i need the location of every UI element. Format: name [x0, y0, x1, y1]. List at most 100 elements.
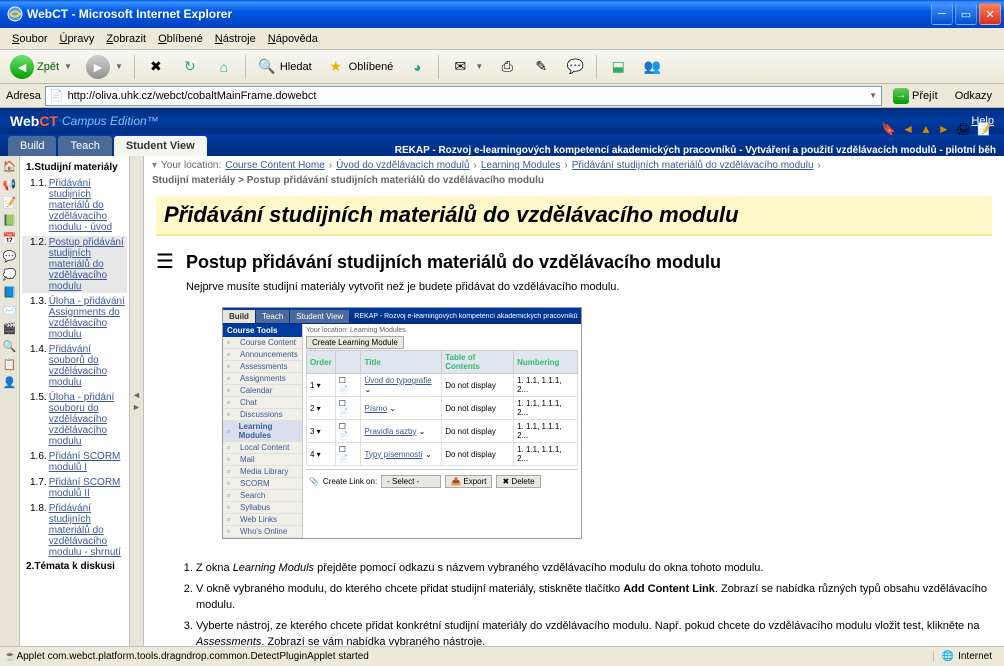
star-icon: ★: [326, 57, 346, 77]
intro-text: Nejprve musíte studijní materiály vytvoř…: [186, 281, 992, 293]
chevron-down-icon[interactable]: ▾: [152, 160, 157, 171]
instruction-item: Z okna Learning Moduls přejděte pomocí o…: [196, 561, 992, 576]
bc-link[interactable]: Úvod do vzdělávacích modulů: [336, 160, 469, 171]
strip-chat-icon[interactable]: 💬: [2, 248, 18, 264]
edition-label: Campus Edition™: [62, 114, 159, 128]
tab-build[interactable]: Build: [8, 136, 56, 156]
address-input[interactable]: 📄 http://oliva.uhk.cz/webct/cobaltMainFr…: [45, 86, 882, 106]
favorites-button[interactable]: ★Oblíbené: [320, 53, 400, 81]
strip-assess-icon[interactable]: 📝: [2, 194, 18, 210]
embed-tab-build: Build: [223, 310, 255, 323]
chevron-down-icon[interactable]: ▼: [869, 91, 877, 100]
chevron-down-icon: ▼: [64, 62, 72, 71]
page-body: Přidávání studijních materiálů do vzdělá…: [152, 196, 996, 646]
extra-button-2[interactable]: 👥: [636, 53, 668, 81]
menu-item[interactable]: Zobrazit: [100, 31, 152, 47]
embed-side-item: ▫Calendar: [223, 385, 302, 397]
embed-side-item: ▫Assignments: [223, 373, 302, 385]
embed-table-row: 3 ▾☐ 📄Pravidla sazby ⌄Do not display1. 1…: [306, 420, 577, 443]
sidebar: 1.Studijní materiály 1.1.Přidávání studi…: [20, 156, 130, 646]
applet-icon: ☕: [4, 651, 16, 662]
go-button[interactable]: → Přejít: [886, 85, 945, 107]
embed-table-row: 2 ▾☐ 📄Písmo ⌄Do not display1. 1.1, 1.1.1…: [306, 397, 577, 420]
bc-link[interactable]: Course Content Home: [225, 160, 325, 171]
sidebar-item[interactable]: 1.8.Přidávání studijních materiálů do vz…: [22, 502, 127, 559]
sidebar-item[interactable]: 1.6.Přidání SCORM modulů I: [22, 450, 127, 474]
links-label[interactable]: Odkazy: [949, 90, 998, 102]
stop-icon: ✖: [146, 57, 166, 77]
sidebar-item[interactable]: 1.1.Přidávání studijních materiálů do vz…: [22, 177, 127, 234]
refresh-button[interactable]: ↻: [174, 53, 206, 81]
chevron-down-icon: ▼: [115, 62, 123, 71]
minimize-button[interactable]: ─: [931, 3, 953, 25]
page-title: Přidávání studijních materiálů do vzdělá…: [156, 196, 992, 236]
address-label: Adresa: [6, 90, 41, 102]
forward-button[interactable]: ► ▼: [80, 51, 129, 83]
window-titlebar: WebCT - Microsoft Internet Explorer ─ ▭ …: [0, 0, 1004, 28]
home-icon: ⌂: [214, 57, 234, 77]
embed-side-item: ▫Who's Online: [223, 526, 302, 538]
embed-tab-student: Student View: [290, 310, 349, 323]
history-button[interactable]: ◕: [401, 53, 433, 81]
sidebar-item[interactable]: 1.7.Přidání SCORM modulů II: [22, 476, 127, 500]
home-button[interactable]: ⌂: [208, 53, 240, 81]
maximize-button[interactable]: ▭: [955, 3, 977, 25]
strip-home-icon[interactable]: 🏠: [2, 158, 18, 174]
section-heading: Postup přidávání studijních materiálů do…: [186, 252, 992, 273]
bc-link[interactable]: Přidávání studijních materiálů do vzdělá…: [572, 160, 814, 171]
embed-side-item: ▫Search: [223, 490, 302, 502]
sidebar-item[interactable]: 1.3.Úloha - přidávání Assignments do vzd…: [22, 295, 127, 341]
embed-side-item: ▫Web Links: [223, 514, 302, 526]
menu-item[interactable]: Oblíbené: [152, 31, 209, 47]
sidebar-item[interactable]: 1.5.Úloha - přidání souboru do vzdělávac…: [22, 391, 127, 448]
extra-button-1[interactable]: ⬓: [602, 53, 634, 81]
edit-icon: ✎: [531, 57, 551, 77]
webct-tabrow: Build Teach Student View REKAP - Rozvoj …: [0, 134, 1004, 156]
splitter[interactable]: ◄ ►: [130, 156, 144, 646]
strip-media-icon[interactable]: 🎬: [2, 320, 18, 336]
strip-syllabus-icon[interactable]: 📋: [2, 356, 18, 372]
strip-learning-icon[interactable]: 📘: [2, 284, 18, 300]
back-button[interactable]: ◄ Zpět ▼: [4, 51, 78, 83]
strip-mail-icon[interactable]: ✉️: [2, 302, 18, 318]
strip-who-icon[interactable]: 👤: [2, 374, 18, 390]
strip-assign-icon[interactable]: 📗: [2, 212, 18, 228]
sidebar-item[interactable]: 1.2.Postup přidávání studijních materiál…: [22, 236, 127, 293]
menu-item[interactable]: Nápověda: [262, 31, 324, 47]
stop-button[interactable]: ✖: [140, 53, 172, 81]
browser-toolbar: ◄ Zpět ▼ ► ▼ ✖ ↻ ⌂ 🔍Hledat ★Oblíbené ◕ ✉…: [0, 50, 1004, 84]
discuss-button[interactable]: 💬: [559, 53, 591, 81]
edit-button[interactable]: ✎: [525, 53, 557, 81]
strip-announce-icon[interactable]: 📢: [2, 176, 18, 192]
icon-strip: 🏠 📢 📝 📗 📅 💬 💭 📘 ✉️ 🎬 🔍 📋 👤: [0, 156, 20, 646]
content-area: 🔖 ◄ ▲ ► 🖨 📝 ▾ Your location: Course Cont…: [144, 156, 1004, 646]
menu-item[interactable]: Nástroje: [209, 31, 262, 47]
strip-search-icon[interactable]: 🔍: [2, 338, 18, 354]
embedded-screenshot: Build Teach Student View REKAP - Rozvoj …: [222, 307, 582, 539]
search-icon: 🔍: [257, 57, 277, 77]
menu-item[interactable]: Úpravy: [53, 31, 100, 47]
embed-side-item: ▫Course Content: [223, 337, 302, 349]
embed-table-row: 1 ▾☐ 📄Úvod do typografie ⌄Do not display…: [306, 374, 577, 397]
embed-side-item: ▫Chat: [223, 397, 302, 409]
back-icon: ◄: [10, 55, 34, 79]
strip-calendar-icon[interactable]: 📅: [2, 230, 18, 246]
course-title: REKAP - Rozvoj e-learningových kompetenc…: [395, 145, 996, 156]
embed-table-row: 4 ▾☐ 📄Typy písemností ⌄Do not display1. …: [306, 443, 577, 466]
close-button[interactable]: ✕: [979, 3, 1001, 25]
book-icon: ⬓: [608, 57, 628, 77]
search-button[interactable]: 🔍Hledat: [251, 53, 318, 81]
refresh-icon: ↻: [180, 57, 200, 77]
strip-discuss-icon[interactable]: 💭: [2, 266, 18, 282]
status-text: Applet com.webct.platform.tools.dragndro…: [16, 651, 932, 662]
mail-icon: ✉: [450, 57, 470, 77]
tab-teach[interactable]: Teach: [58, 136, 111, 156]
bc-link[interactable]: Learning Modules: [481, 160, 561, 171]
chevron-left-icon: ◄: [132, 390, 141, 400]
mail-button[interactable]: ✉▼: [444, 53, 489, 81]
tab-student-view[interactable]: Student View: [114, 136, 207, 156]
menu-item[interactable]: Soubor: [6, 31, 53, 47]
sidebar-item[interactable]: 1.4.Přidávání souborů do vzdělávacího mo…: [22, 343, 127, 389]
print-button[interactable]: ⎙: [491, 53, 523, 81]
ie-icon: [7, 6, 23, 22]
